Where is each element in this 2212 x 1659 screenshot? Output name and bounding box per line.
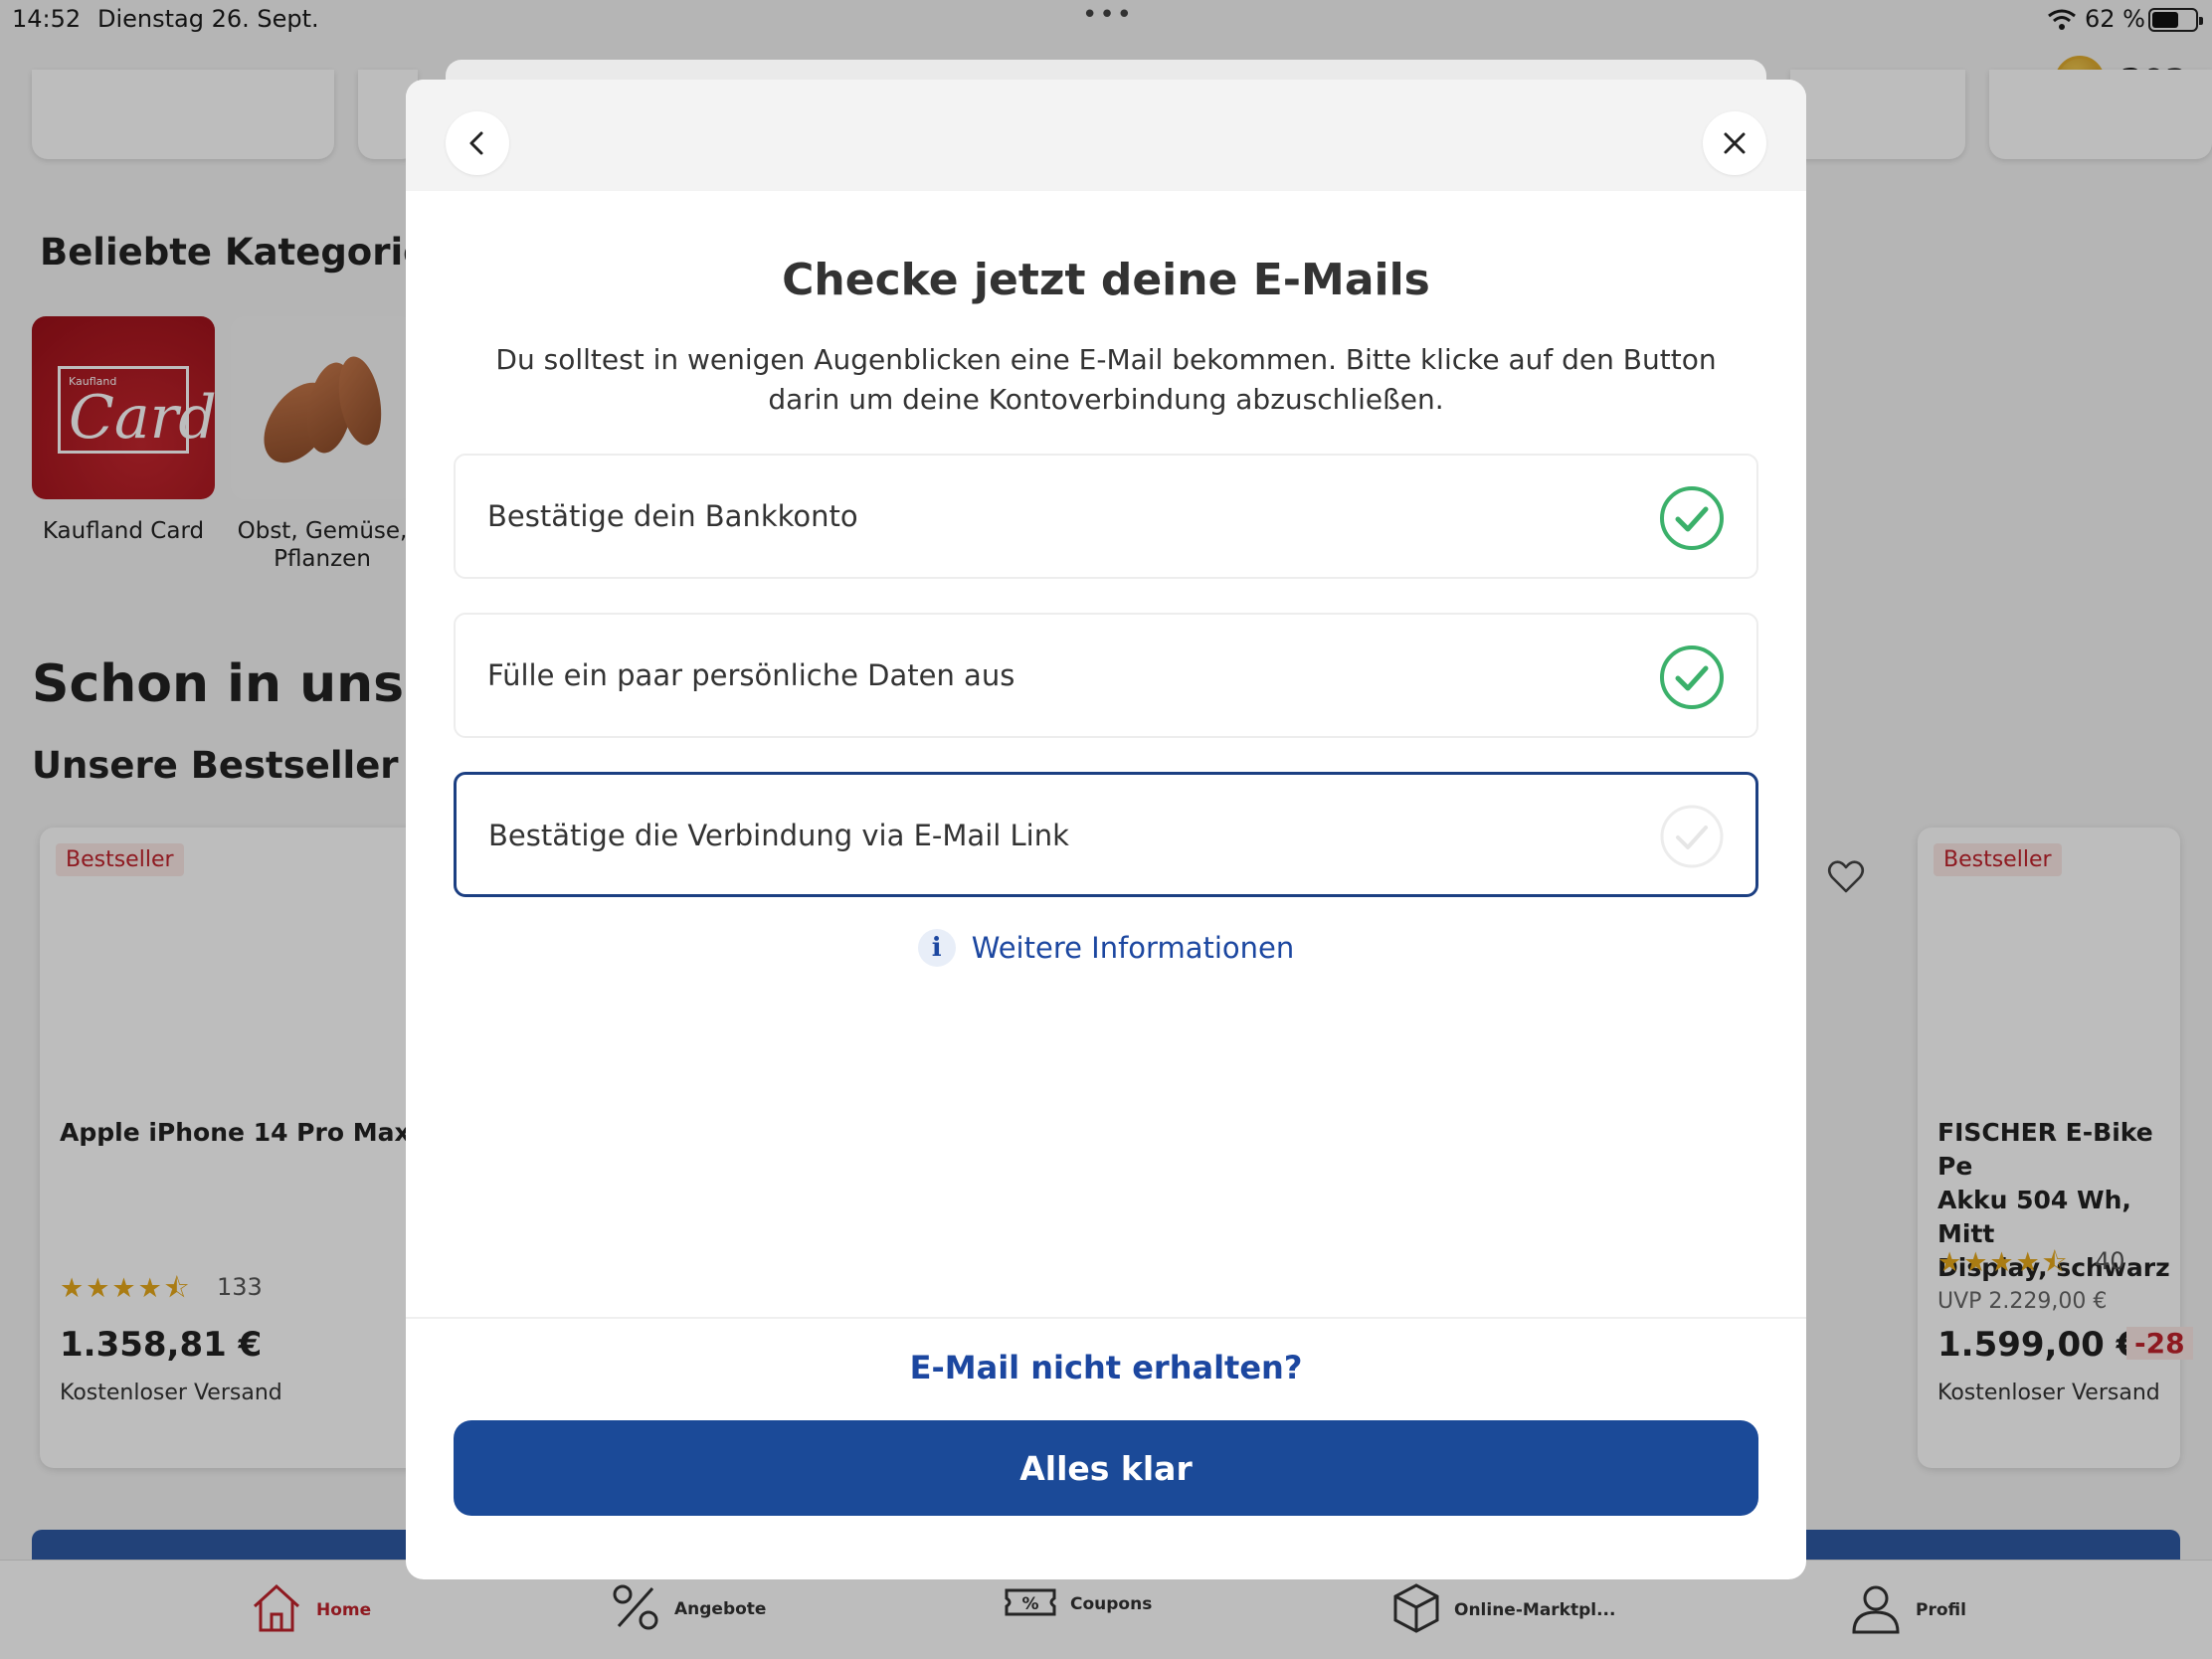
step-label: Bestätige die Verbindung via E-Mail Link bbox=[488, 819, 1069, 852]
step-confirm-bank-account[interactable]: Bestätige dein Bankkonto bbox=[454, 454, 1758, 579]
step-personal-data[interactable]: Fülle ein paar persönliche Daten aus bbox=[454, 613, 1758, 738]
info-icon: i bbox=[917, 929, 956, 967]
chevron-left-icon bbox=[469, 131, 483, 155]
modal-description: Du solltest in wenigen Augenblicken eine… bbox=[495, 343, 1717, 416]
step-label: Bestätige dein Bankkonto bbox=[487, 499, 858, 533]
check-circle-icon bbox=[1660, 645, 1724, 709]
back-button[interactable] bbox=[446, 111, 509, 175]
more-info-label: Weitere Informationen bbox=[971, 931, 1295, 965]
confirm-button[interactable]: Alles klar bbox=[454, 1420, 1758, 1516]
modal-title: Checke jetzt deine E-Mails bbox=[782, 255, 1430, 305]
modal-header bbox=[406, 80, 1806, 191]
close-button[interactable] bbox=[1703, 111, 1766, 175]
email-confirmation-dialog: Checke jetzt deine E-Mails Du solltest i… bbox=[406, 80, 1806, 1579]
divider bbox=[406, 1317, 1806, 1319]
check-circle-icon bbox=[1660, 486, 1724, 550]
check-circle-pending-icon bbox=[1660, 805, 1724, 868]
step-label: Fülle ein paar persönliche Daten aus bbox=[487, 658, 1015, 692]
email-not-received-link[interactable]: E-Mail nicht erhalten? bbox=[406, 1349, 1806, 1386]
more-info-link[interactable]: i Weitere Informationen bbox=[406, 929, 1806, 967]
step-email-link[interactable]: Bestätige die Verbindung via E-Mail Link bbox=[454, 772, 1758, 897]
close-icon bbox=[1724, 132, 1746, 154]
